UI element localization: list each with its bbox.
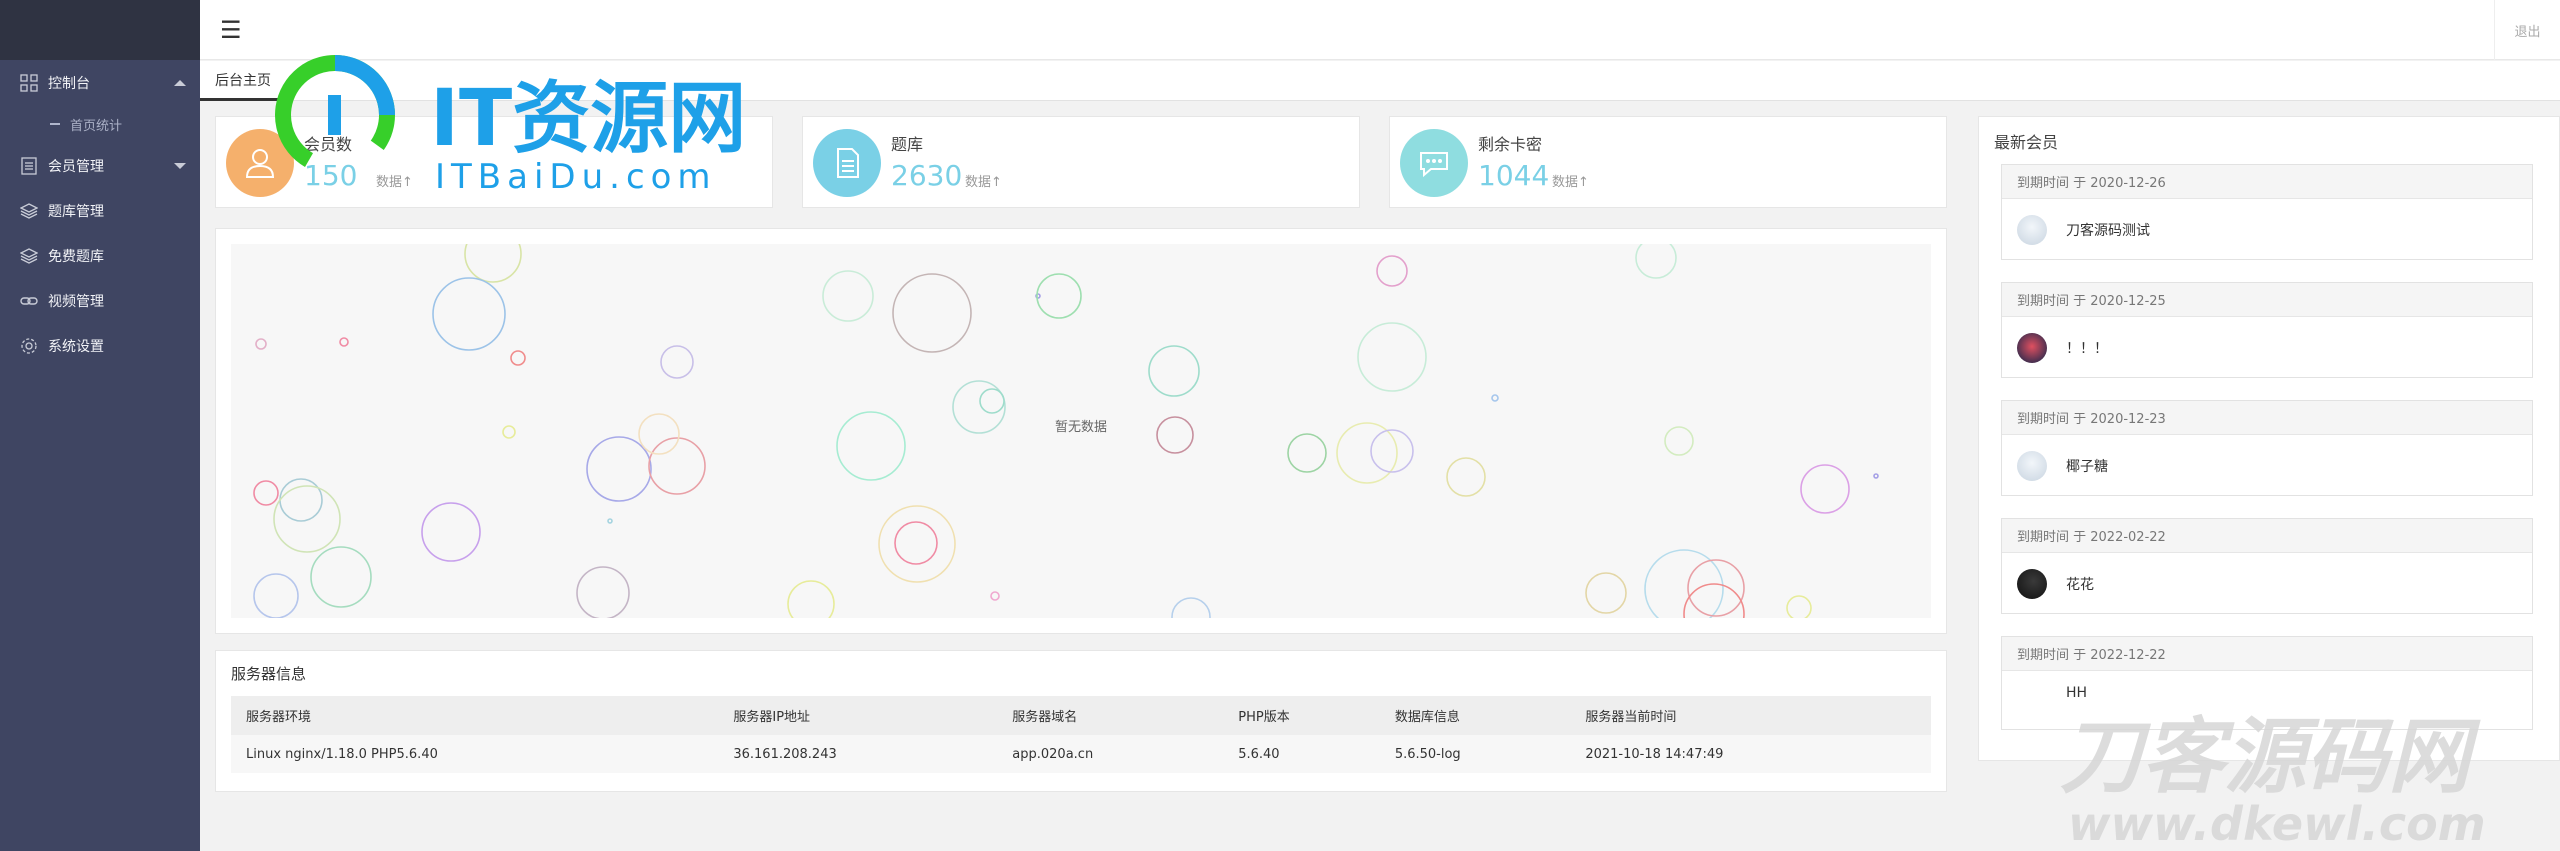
sidebar-item-settings[interactable]: 系统设置 — [0, 323, 200, 368]
table-cell: app.020a.cn — [997, 735, 1224, 773]
avatar — [2017, 333, 2047, 363]
link-icon — [20, 296, 38, 305]
gear-icon — [21, 337, 37, 354]
stat-card-question-bank: 题库 2630 数据↑ — [802, 116, 1360, 208]
table-cell: 5.6.50-log — [1379, 735, 1571, 773]
avatar — [2017, 451, 2047, 481]
chevron-down-icon — [174, 163, 186, 169]
watermark-logo: IT资源网 ITBaiDu.com — [275, 55, 746, 197]
sidebar-item-dashboard[interactable]: 控制台 — [0, 60, 200, 105]
stat-value: 1044 — [1478, 159, 1550, 192]
member-expire: 到期时间 于 2020-12-26 — [2002, 165, 2532, 199]
member-expire: 到期时间 于 2020-12-23 — [2002, 401, 2532, 435]
watermark-bottom: 刀客源码网 www.dkewl.com — [2060, 710, 2486, 851]
table-row: Linux nginx/1.18.0 PHP5.6.40 36.161.208.… — [231, 735, 1931, 773]
sidebar-item-question-bank[interactable]: 题库管理 — [0, 188, 200, 233]
watermark-url: ITBaiDu.com — [435, 157, 717, 197]
member-card[interactable]: 到期时间 于 2022-02-22 花花 — [2001, 518, 2533, 614]
stat-label: 剩余卡密 — [1478, 135, 1543, 154]
bubble-chart: 暂无数据 — [231, 244, 1931, 618]
watermark-brand: 刀客源码网 — [2060, 710, 2481, 805]
column-header: 服务器IP地址 — [718, 696, 998, 735]
member-name: ！！！ — [2066, 341, 2108, 357]
sidebar: 控制台 首页统计 会员管理 题库管理 免费题库 视频管理 系统设置 — [0, 0, 200, 851]
member-card[interactable]: 到期时间 于 2020-12-26 刀客源码测试 — [2001, 164, 2533, 260]
table-cell: 2021-10-18 14:47:49 — [1570, 735, 1931, 773]
avatar — [2017, 215, 2047, 245]
sidebar-item-label: 会员管理 — [48, 158, 104, 175]
members-icon — [21, 156, 37, 175]
table-cell: Linux nginx/1.18.0 PHP5.6.40 — [231, 735, 719, 773]
stat-value: 2630 — [891, 159, 963, 192]
watermark-url: www.dkewl.com — [2068, 797, 2486, 851]
stat-card-remaining-keys: 剩余卡密 1044 数据↑ — [1389, 116, 1947, 208]
member-card[interactable]: 到期时间 于 2020-12-23 椰子糖 — [2001, 400, 2533, 496]
menu-toggle-icon[interactable]: ☰ — [220, 16, 242, 44]
member-expire: 到期时间 于 2020-12-25 — [2002, 283, 2532, 317]
stat-unit: 数据↑ — [965, 175, 1002, 190]
sidebar-subitem-label: 首页统计 — [70, 118, 123, 134]
stat-unit: 数据↑ — [1552, 175, 1589, 190]
sidebar-subitem-home-stats[interactable]: 首页统计 — [0, 105, 200, 143]
stat-label: 题库 — [891, 135, 924, 154]
dashboard-icon — [20, 73, 38, 92]
layers-icon — [20, 247, 38, 264]
column-header: 服务器环境 — [231, 696, 719, 735]
sidebar-logo-area — [0, 0, 200, 60]
column-header: 服务器域名 — [997, 696, 1224, 735]
chat-icon — [1400, 129, 1468, 197]
member-expire: 到期时间 于 2022-12-22 — [2002, 637, 2532, 671]
server-info-table: 服务器环境 服务器IP地址 服务器域名 PHP版本 数据库信息 服务器当前时间 … — [231, 696, 1931, 773]
sidebar-item-videos[interactable]: 视频管理 — [0, 278, 200, 323]
watermark-brand: IT资源网 — [430, 74, 746, 164]
sidebar-item-label: 控制台 — [48, 75, 90, 92]
chevron-up-icon — [174, 80, 186, 86]
member-name: 椰子糖 — [2066, 459, 2108, 475]
member-name: 花花 — [2066, 577, 2094, 593]
column-header: 服务器当前时间 — [1570, 696, 1931, 735]
member-name: HH — [2066, 685, 2088, 701]
avatar — [2017, 569, 2047, 599]
member-name: 刀客源码测试 — [2066, 223, 2150, 239]
chart-empty-text: 暂无数据 — [1055, 420, 1107, 435]
sidebar-item-label: 视频管理 — [48, 293, 104, 310]
latest-members-title: 最新会员 — [1994, 133, 2059, 152]
server-info-panel: 服务器信息 服务器环境 服务器IP地址 服务器域名 PHP版本 数据库信息 服务… — [215, 650, 1947, 792]
sidebar-item-label: 免费题库 — [48, 248, 104, 265]
member-card[interactable]: 到期时间 于 2020-12-25 ！！！ — [2001, 282, 2533, 378]
dash-icon — [50, 123, 60, 125]
member-expire: 到期时间 于 2022-02-22 — [2002, 519, 2532, 553]
table-header-row: 服务器环境 服务器IP地址 服务器域名 PHP版本 数据库信息 服务器当前时间 — [231, 696, 1931, 735]
bubble-chart-panel: 暂无数据 — [215, 228, 1947, 634]
latest-members-panel: 最新会员 到期时间 于 2020-12-26 刀客源码测试 到期时间 于 202… — [1978, 116, 2560, 761]
sidebar-item-label: 题库管理 — [48, 203, 104, 220]
column-header: 数据库信息 — [1379, 696, 1571, 735]
table-cell: 36.161.208.243 — [718, 735, 998, 773]
sidebar-item-members[interactable]: 会员管理 — [0, 143, 200, 188]
logout-button[interactable]: 退出 — [2494, 0, 2560, 60]
sidebar-item-free-bank[interactable]: 免费题库 — [0, 233, 200, 278]
column-header: PHP版本 — [1223, 696, 1380, 735]
table-cell: 5.6.40 — [1223, 735, 1380, 773]
layers-icon — [20, 202, 38, 219]
sidebar-item-label: 系统设置 — [48, 338, 104, 355]
server-info-title: 服务器信息 — [231, 665, 307, 683]
